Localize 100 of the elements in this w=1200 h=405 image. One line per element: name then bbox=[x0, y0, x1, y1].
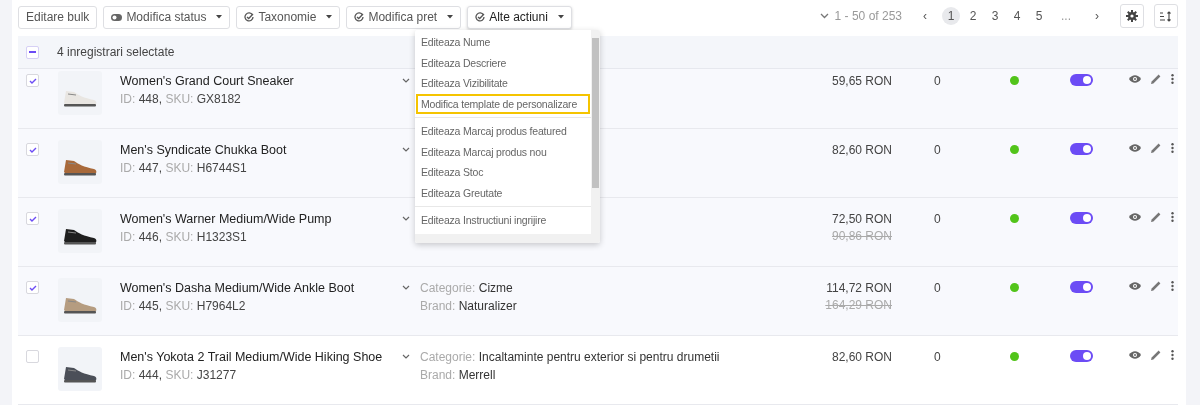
eye-icon[interactable] bbox=[1129, 144, 1141, 152]
product-price: 82,60 RON bbox=[831, 143, 892, 157]
page-link[interactable]: 5 bbox=[1030, 7, 1048, 25]
check-icon bbox=[28, 215, 37, 222]
pencil-icon[interactable] bbox=[1151, 143, 1161, 153]
menu-item[interactable]: Editeaza Instructiuni ingrijire bbox=[416, 210, 590, 231]
page-link[interactable]: 1 bbox=[942, 7, 960, 25]
settings-icon bbox=[1126, 10, 1138, 22]
pencil-icon[interactable] bbox=[1151, 281, 1161, 291]
product-brand: Brand: Merrell bbox=[420, 368, 497, 382]
check-circle-icon bbox=[354, 12, 365, 22]
menu-item[interactable]: Editeaza Marcaj produs nou bbox=[416, 141, 590, 162]
row-checkbox[interactable] bbox=[26, 143, 39, 156]
caret-icon bbox=[216, 15, 223, 19]
menu-item[interactable]: Editeaza Marcaj produs featured bbox=[416, 121, 590, 142]
product-id-sku: ID: 447, SKU: H6744S1 bbox=[120, 161, 248, 175]
eye-icon[interactable] bbox=[1129, 75, 1141, 83]
check-circle-icon bbox=[244, 12, 255, 22]
expand-chevron-icon[interactable] bbox=[402, 354, 410, 359]
toolbar-button[interactable]: Modifica status bbox=[103, 5, 231, 29]
product-id-sku: ID: 448, SKU: GX8182 bbox=[120, 92, 242, 106]
sort-button[interactable] bbox=[1154, 4, 1178, 28]
page-ellipsis: ... bbox=[1060, 8, 1072, 25]
pencil-icon[interactable] bbox=[1151, 350, 1161, 360]
check-icon bbox=[28, 146, 37, 153]
caret-icon bbox=[326, 15, 333, 19]
visibility-toggle[interactable] bbox=[1070, 350, 1093, 362]
row-checkbox[interactable] bbox=[26, 74, 39, 87]
page-link[interactable]: 4 bbox=[1008, 7, 1026, 25]
visibility-toggle[interactable] bbox=[1070, 143, 1093, 155]
caret-icon bbox=[557, 15, 564, 19]
product-category: Categorie: Cizme bbox=[420, 281, 514, 295]
stock-count: 0 bbox=[934, 212, 942, 226]
check-circle-icon bbox=[475, 12, 486, 22]
horizontal-scrollbar[interactable] bbox=[415, 234, 600, 243]
toggle-icon bbox=[111, 13, 123, 21]
product-brand: Brand: Naturalizer bbox=[420, 299, 518, 313]
expand-chevron-icon[interactable] bbox=[402, 285, 410, 290]
visibility-toggle[interactable] bbox=[1070, 281, 1093, 293]
chevron-down-icon[interactable] bbox=[819, 13, 829, 19]
expand-chevron-icon[interactable] bbox=[402, 147, 410, 152]
page-range: 1 - 50 of 253 bbox=[834, 9, 902, 23]
pencil-icon[interactable] bbox=[1151, 74, 1161, 84]
menu-item[interactable]: Editeaza Greutate bbox=[416, 182, 590, 203]
page-link[interactable]: 3 bbox=[986, 7, 1004, 25]
visibility-toggle[interactable] bbox=[1070, 212, 1093, 224]
next-page-link[interactable]: › bbox=[1088, 7, 1106, 25]
caret-icon bbox=[447, 15, 454, 19]
selection-count: 4 inregistrari selectate bbox=[57, 45, 175, 59]
menu-item[interactable]: Editeaza Nume bbox=[416, 32, 590, 53]
check-icon bbox=[28, 77, 37, 84]
product-id-sku: ID: 444, SKU: J31277 bbox=[120, 368, 238, 382]
expand-chevron-icon[interactable] bbox=[402, 216, 410, 221]
product-name[interactable]: Women's Warner Medium/Wide Pump bbox=[120, 212, 402, 226]
product-name[interactable]: Men's Syndicate Chukka Boot bbox=[120, 143, 402, 157]
toolbar-button[interactable]: Modifica pret bbox=[346, 5, 462, 29]
toolbar-button[interactable]: Taxonomie bbox=[236, 5, 341, 29]
product-price: 59,65 RON bbox=[831, 74, 892, 88]
eye-icon[interactable] bbox=[1129, 351, 1141, 359]
toolbar-button[interactable]: Alte actiuni bbox=[467, 5, 572, 29]
stock-count: 0 bbox=[934, 143, 942, 157]
row-checkbox[interactable] bbox=[26, 281, 39, 294]
product-price: 82,60 RON bbox=[831, 350, 892, 364]
product-name[interactable]: Women's Grand Court Sneaker bbox=[120, 74, 402, 88]
more-icon[interactable] bbox=[1171, 74, 1174, 84]
menu-item[interactable]: Editeaza Descriere bbox=[416, 52, 590, 73]
visibility-toggle[interactable] bbox=[1070, 74, 1093, 86]
menu-item[interactable]: Modifica template de personalizare bbox=[416, 93, 590, 114]
more-icon[interactable] bbox=[1171, 350, 1174, 360]
eye-icon[interactable] bbox=[1129, 282, 1141, 290]
pencil-icon[interactable] bbox=[1151, 212, 1161, 222]
row-checkbox[interactable] bbox=[26, 350, 39, 363]
more-icon[interactable] bbox=[1171, 212, 1174, 222]
product-price: 114,72 RON bbox=[826, 281, 892, 295]
menu-item[interactable]: Editeaza Stoc bbox=[416, 162, 590, 183]
old-price: 164,29 RON bbox=[825, 298, 892, 312]
product-name[interactable]: Men's Yokota 2 Trail Medium/Wide Hiking Shoe bbox=[120, 350, 402, 364]
more-icon[interactable] bbox=[1171, 143, 1174, 153]
prev-page-link[interactable]: ‹ bbox=[916, 7, 934, 25]
sort-icon bbox=[1160, 10, 1172, 22]
expand-chevron-icon[interactable] bbox=[402, 78, 410, 83]
product-price: 72,50 RON bbox=[831, 212, 892, 226]
stock-count: 0 bbox=[934, 281, 942, 295]
page-link[interactable]: 2 bbox=[964, 7, 982, 25]
menu-item[interactable]: Editeaza Vizibilitate bbox=[416, 73, 590, 94]
product-category: Categorie: Incaltaminte pentru exterior si pentru drumetii bbox=[420, 350, 721, 364]
product-id-sku: ID: 446, SKU: H1323S1 bbox=[120, 230, 248, 244]
eye-icon[interactable] bbox=[1129, 213, 1141, 221]
product-name[interactable]: Women's Dasha Medium/Wide Ankle Boot bbox=[120, 281, 402, 295]
more-icon[interactable] bbox=[1171, 281, 1174, 291]
scrollbar[interactable] bbox=[591, 30, 600, 234]
stock-count: 0 bbox=[934, 74, 942, 88]
check-icon bbox=[28, 284, 37, 291]
settings-button[interactable] bbox=[1120, 4, 1144, 28]
select-all-checkbox[interactable] bbox=[26, 45, 39, 59]
old-price: 90,86 RON bbox=[831, 229, 892, 243]
row-checkbox[interactable] bbox=[26, 212, 39, 225]
stock-count: 0 bbox=[934, 350, 942, 364]
toolbar-button[interactable]: Editare bulk bbox=[18, 5, 98, 29]
product-id-sku: ID: 445, SKU: H7964L2 bbox=[120, 299, 247, 313]
